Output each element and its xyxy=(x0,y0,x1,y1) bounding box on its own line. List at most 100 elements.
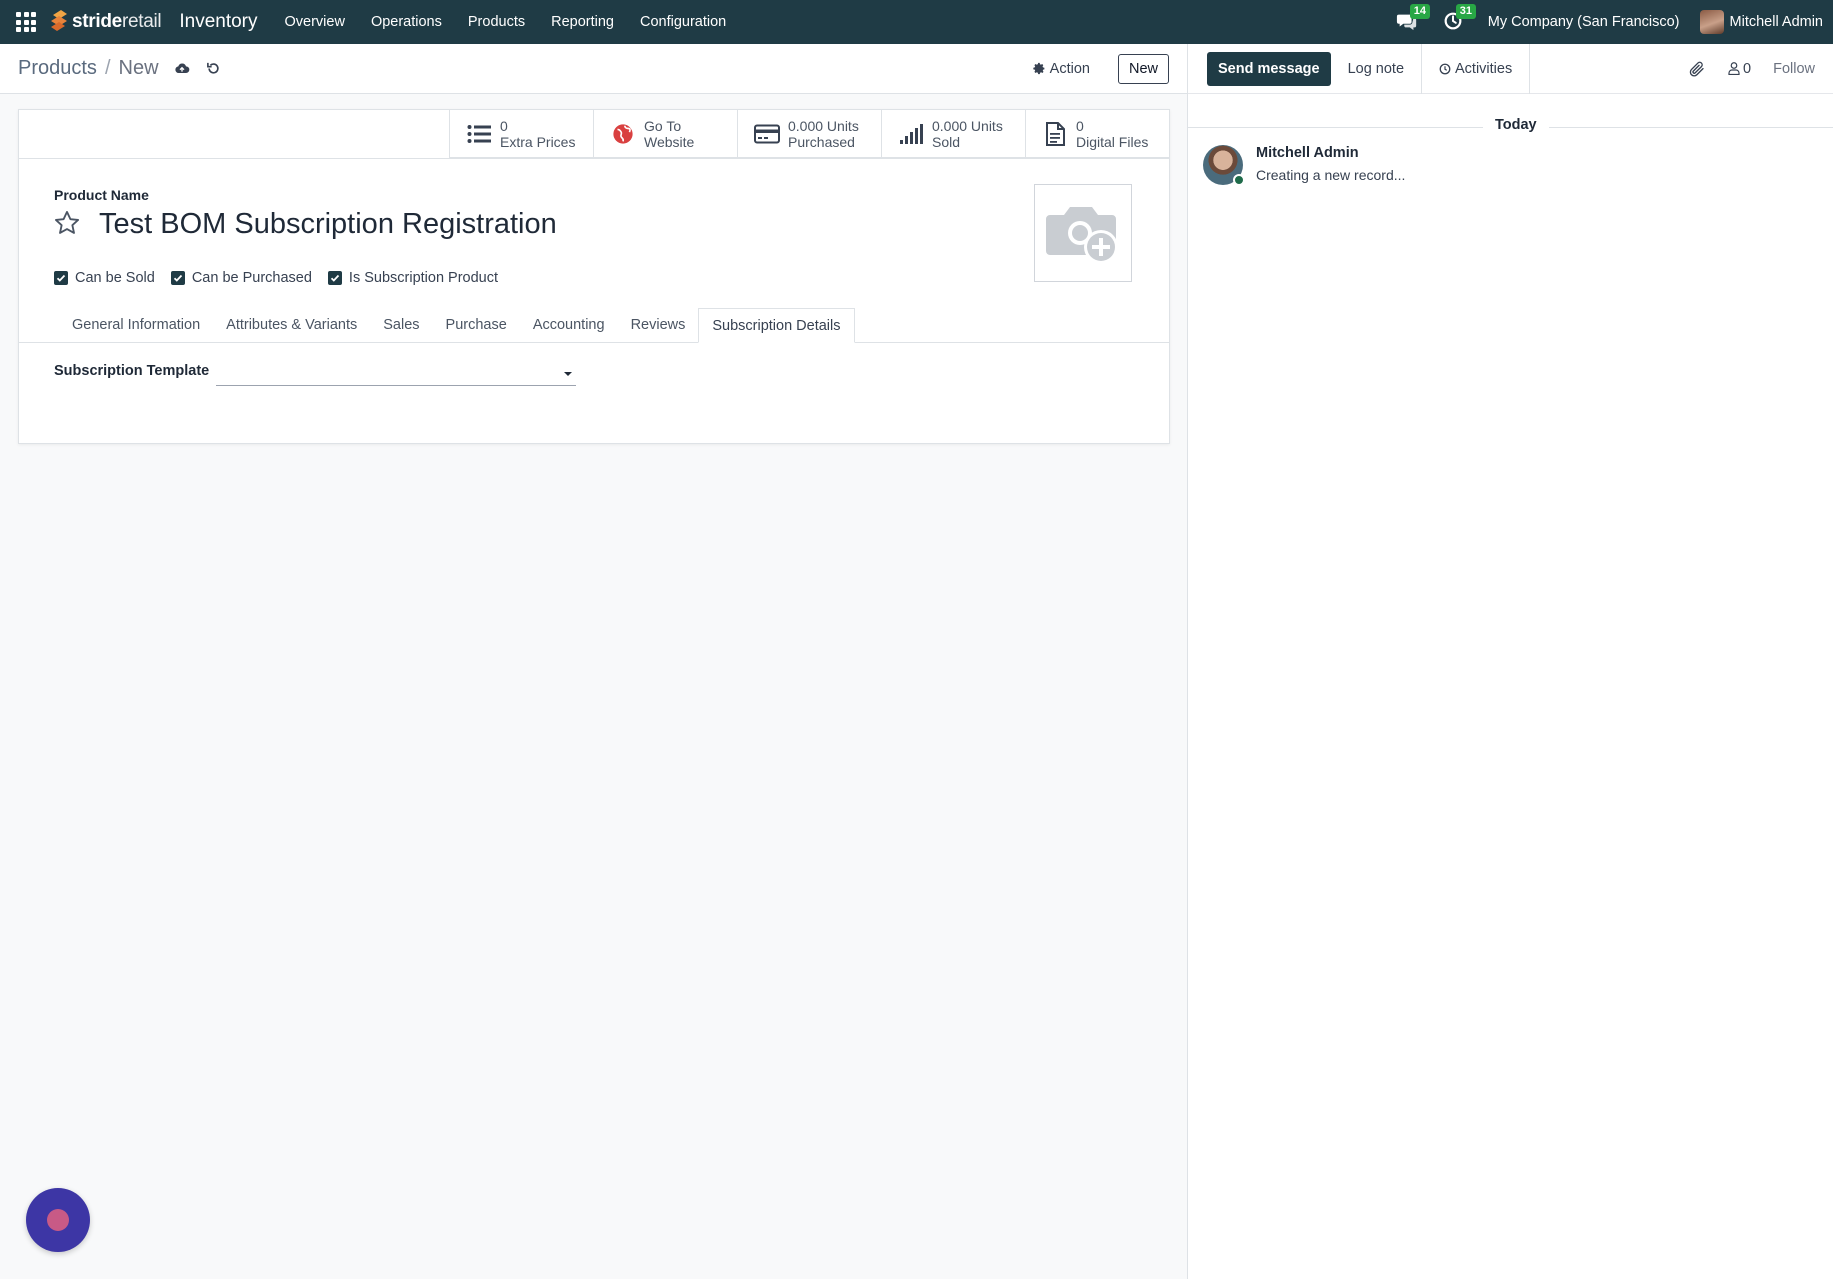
can-be-sold-checkbox[interactable]: Can be Sold xyxy=(54,270,155,286)
tab-subscription-details[interactable]: Subscription Details xyxy=(698,308,855,343)
message-author[interactable]: Mitchell Admin xyxy=(1256,145,1405,161)
discard-undo-icon[interactable] xyxy=(205,60,223,78)
stat-label: Extra Prices xyxy=(500,134,576,150)
tab-sales[interactable]: Sales xyxy=(370,308,432,343)
breadcrumb-separator: / xyxy=(104,57,111,79)
checkbox-label: Can be Sold xyxy=(75,270,155,286)
favorite-star-icon[interactable] xyxy=(53,209,81,237)
menu-configuration[interactable]: Configuration xyxy=(627,14,739,30)
activities-button[interactable]: Activities xyxy=(1422,43,1531,94)
menu-products[interactable]: Products xyxy=(455,14,538,30)
button-box-divider xyxy=(19,158,1169,159)
user-menu[interactable]: Mitchell Admin xyxy=(1699,10,1823,34)
dropdown-caret-icon xyxy=(564,372,572,376)
app-name[interactable]: Inventory xyxy=(179,11,257,33)
activities-label: Activities xyxy=(1455,60,1513,77)
credit-card-icon xyxy=(754,121,780,147)
go-to-website-button[interactable]: Go To Website xyxy=(593,110,737,158)
checkbox-label: Is Subscription Product xyxy=(348,270,499,286)
send-message-button[interactable]: Send message xyxy=(1207,51,1331,86)
log-note-button[interactable]: Log note xyxy=(1331,43,1423,94)
product-flags: Can be Sold Can be Purchased Is Subscrip… xyxy=(54,270,514,286)
main-menu: Overview Operations Products Reporting C… xyxy=(272,14,740,30)
control-panel: Products / New Action New xyxy=(0,44,1187,94)
messages-icon[interactable]: 14 xyxy=(1396,4,1430,34)
smart-button-box: 0 Extra Prices Go To Website 0.000 Units Pu… xyxy=(449,110,1169,158)
followers-button[interactable]: 0 xyxy=(1728,61,1751,77)
assistant-dot-icon xyxy=(47,1209,69,1231)
chatter-topbar: Send message Log note Activities 0 Follo… xyxy=(1188,43,1833,94)
breadcrumb-products[interactable]: Products xyxy=(18,57,97,80)
tab-reviews[interactable]: Reviews xyxy=(618,308,699,343)
breadcrumb-current: New xyxy=(118,57,159,79)
user-icon xyxy=(1728,62,1740,75)
checkbox-checked-icon xyxy=(327,271,342,285)
message-body: Creating a new record... xyxy=(1256,167,1406,183)
product-image-upload[interactable] xyxy=(1034,184,1132,282)
file-icon xyxy=(1042,121,1068,147)
action-label: Action xyxy=(1049,60,1090,77)
messages-count-badge: 14 xyxy=(1409,4,1430,19)
user-name: Mitchell Admin xyxy=(1729,14,1823,30)
extra-prices-button[interactable]: 0 Extra Prices xyxy=(449,110,593,158)
follow-button[interactable]: Follow xyxy=(1773,61,1815,77)
checkbox-checked-icon xyxy=(54,271,68,285)
brand-logo[interactable]: strideretail xyxy=(49,9,162,35)
app-menu-grid-icon[interactable] xyxy=(15,11,37,33)
stat-value: 0.000 Units xyxy=(932,118,1003,134)
can-be-purchased-checkbox[interactable]: Can be Purchased xyxy=(170,270,312,286)
tab-attributes-variants[interactable]: Attributes & Variants xyxy=(213,308,370,343)
assistant-bubble-button[interactable] xyxy=(26,1188,90,1252)
stride-logo-icon xyxy=(51,10,67,31)
company-switcher[interactable]: My Company (San Francisco) xyxy=(1488,14,1680,30)
menu-reporting[interactable]: Reporting xyxy=(538,14,627,30)
paperclip-icon[interactable] xyxy=(1688,60,1706,78)
list-icon xyxy=(466,121,492,147)
signal-icon xyxy=(898,121,924,147)
author-avatar[interactable] xyxy=(1203,145,1245,186)
date-separator-label: Today xyxy=(1483,117,1549,133)
followers-count: 0 xyxy=(1743,60,1752,77)
subscription-template-select[interactable] xyxy=(216,360,576,386)
save-cloud-icon[interactable] xyxy=(173,60,191,78)
checkbox-checked-icon xyxy=(170,271,185,285)
stat-label: Sold xyxy=(932,134,961,150)
menu-operations[interactable]: Operations xyxy=(358,14,455,30)
checkbox-label: Can be Purchased xyxy=(191,270,312,286)
chatter-panel: Send message Log note Activities 0 Follo… xyxy=(1187,43,1833,1279)
brand-name-bold: stride xyxy=(72,11,122,32)
globe-icon xyxy=(610,121,636,147)
breadcrumb: Products / New xyxy=(18,57,159,80)
activities-count-badge: 31 xyxy=(1455,4,1476,19)
online-status-icon xyxy=(1233,174,1245,186)
stat-label: Purchased xyxy=(788,134,855,150)
tab-purchase[interactable]: Purchase xyxy=(433,308,520,343)
stat-value: Go To xyxy=(644,118,682,134)
product-form-sheet: 0 Extra Prices Go To Website 0.000 Units Pu… xyxy=(18,109,1170,444)
units-purchased-button[interactable]: 0.000 Units Purchased xyxy=(737,110,881,158)
chatter-message: Mitchell Admin Creating a new record... xyxy=(1203,145,1406,186)
digital-files-button[interactable]: 0 Digital Files xyxy=(1025,110,1169,158)
action-menu-button[interactable]: Action xyxy=(1032,60,1090,77)
new-button[interactable]: New xyxy=(1117,53,1169,84)
stat-label: Website xyxy=(644,134,695,150)
brand-name-light: retail xyxy=(121,11,162,32)
tab-accounting[interactable]: Accounting xyxy=(520,308,618,343)
tab-general-information[interactable]: General Information xyxy=(59,308,213,343)
stat-value: 0 xyxy=(500,118,508,134)
gear-icon xyxy=(1032,62,1045,75)
units-sold-button[interactable]: 0.000 Units Sold xyxy=(881,110,1025,158)
stat-value: 0.000 Units xyxy=(788,118,859,134)
user-avatar xyxy=(1699,10,1724,34)
subscription-template-label: Subscription Template xyxy=(54,363,210,379)
activities-clock-icon[interactable]: 31 xyxy=(1442,4,1476,34)
stat-label: Digital Files xyxy=(1076,134,1149,150)
menu-overview[interactable]: Overview xyxy=(272,14,358,30)
stat-value: 0 xyxy=(1076,118,1084,134)
notebook-tabs: General Information Attributes & Variant… xyxy=(19,308,1169,343)
is-subscription-product-checkbox[interactable]: Is Subscription Product xyxy=(327,270,499,286)
product-name-input[interactable]: Test BOM Subscription Registration xyxy=(99,208,557,241)
camera-add-icon xyxy=(1046,207,1118,264)
clock-icon xyxy=(1439,63,1451,74)
product-name-label: Product Name xyxy=(54,187,149,203)
